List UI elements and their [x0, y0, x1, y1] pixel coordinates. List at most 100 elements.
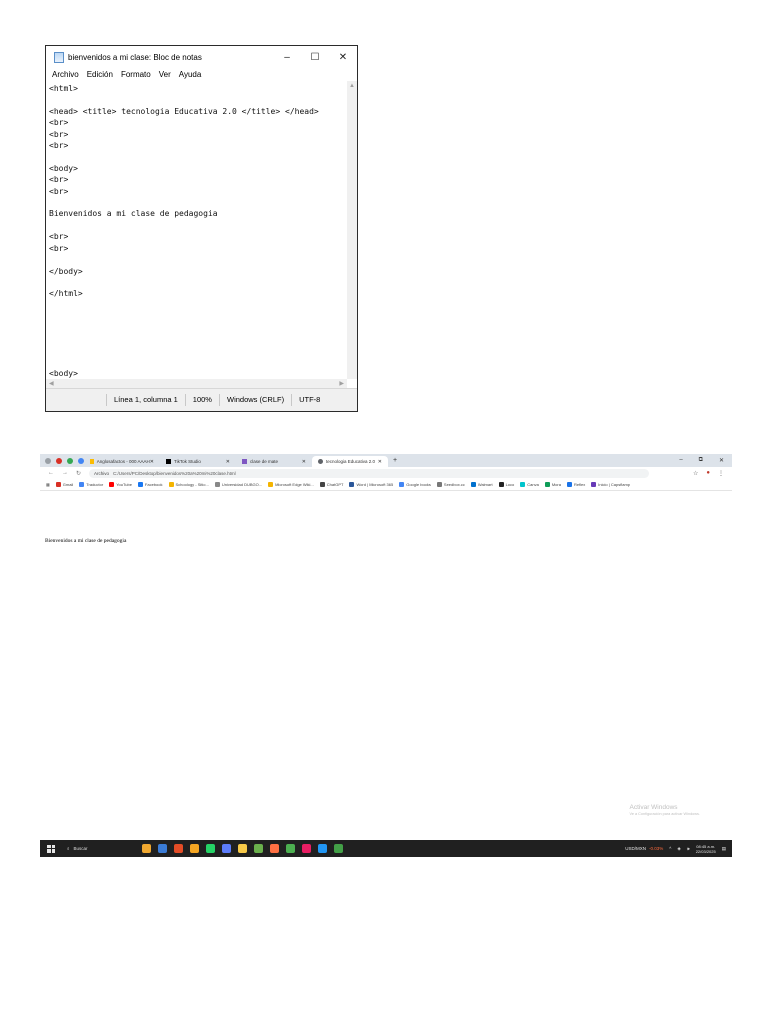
bookmark-reflex[interactable]: Reflex	[566, 482, 585, 487]
bookmark-chatgpt[interactable]: ChatGPT	[319, 482, 343, 487]
tab-label: Anglosafactos - 000 AAAH	[96, 459, 150, 464]
menu-formato[interactable]: Formato	[121, 70, 151, 79]
forward-icon[interactable]: →	[62, 470, 68, 476]
pinned-tab-icon[interactable]	[67, 457, 73, 464]
page-body-text: Bienvenidos a mi clase de pedagogia	[45, 538, 127, 544]
apps-grid-icon[interactable]: ▦	[46, 482, 50, 487]
taskbar-app-icon[interactable]	[253, 844, 263, 853]
notepad-statusbar: Línea 1, columna 1 100% Windows (CRLF) U…	[46, 388, 357, 411]
restore-button[interactable]: ⧉	[699, 457, 703, 464]
search-icon: ⌕	[67, 846, 70, 851]
windows-start-icon[interactable]	[47, 844, 55, 853]
bookmark-edge-wiki[interactable]: Microsoft Edge Wiki...	[268, 482, 314, 487]
status-cursor-position: Línea 1, columna 1	[106, 394, 185, 406]
notepad-menubar: Archivo Edición Formato Ver Ayuda	[46, 68, 357, 81]
tab-tecnologia-educativa[interactable]: tecnologia Educativa 2.0 ✕	[312, 456, 388, 467]
bookmark-walmart[interactable]: Walmart	[470, 482, 493, 487]
menu-edicion[interactable]: Edición	[87, 70, 113, 79]
taskbar-app-icon[interactable]	[221, 844, 231, 853]
profile-avatar-icon[interactable]: ●	[706, 470, 710, 476]
pinned-tab-icon[interactable]	[56, 457, 62, 464]
close-tab-icon[interactable]: ✕	[302, 459, 306, 465]
taskbar-app-icon[interactable]	[157, 844, 167, 853]
status-line-ending: Windows (CRLF)	[218, 394, 291, 406]
taskbar-app-icon[interactable]	[237, 844, 247, 853]
notepad-window: bienvenidos a mi clase: Bloc de notas – …	[45, 45, 358, 412]
taskbar-app-icon[interactable]	[205, 844, 215, 853]
bookmark-universidad[interactable]: Universidad DUBGO...	[214, 482, 262, 487]
notepad-text-area[interactable]: <html> <head> <title> tecnologia Educati…	[46, 81, 347, 389]
bookmark-canva[interactable]: Canva	[520, 482, 539, 487]
maximize-button[interactable]: ☐	[301, 46, 329, 68]
tab-anglosafactos[interactable]: Anglosafactos - 000 AAAH ✕	[84, 456, 160, 467]
reload-icon[interactable]: ↻	[76, 470, 81, 477]
bookmark-star-icon[interactable]: ☆	[693, 470, 698, 477]
taskbar-app-icon[interactable]	[269, 844, 279, 853]
bookmark-traductor[interactable]: Traductor	[79, 482, 103, 487]
taskbar-app-icon[interactable]	[317, 844, 327, 853]
globe-icon	[318, 459, 323, 464]
menu-ver[interactable]: Ver	[159, 70, 171, 79]
bookmark-schoology[interactable]: Schoology - Sitio...	[168, 482, 209, 487]
tab-favicon-icon	[242, 459, 247, 464]
bookmark-word[interactable]: Word | Microsoft 365	[349, 482, 393, 487]
windows-taskbar: ⌕ Buscar USD/MXN -0.03% ^ ◈ 🕪 08:45 a.m.…	[40, 840, 732, 857]
minimize-button[interactable]: –	[273, 46, 301, 68]
taskbar-search[interactable]: ⌕ Buscar	[67, 846, 88, 851]
browser-window-controls: – ⧉ ✕	[671, 457, 732, 464]
tab-label: tecnologia Educativa 2.0	[326, 459, 376, 464]
system-tray: USD/MXN -0.03% ^ ◈ 🕪 08:45 a.m. 22/03/20…	[625, 844, 726, 854]
minimize-button[interactable]: –	[679, 457, 682, 464]
network-icon[interactable]: ◈	[677, 846, 680, 852]
menu-ayuda[interactable]: Ayuda	[179, 70, 202, 79]
bookmark-gmail[interactable]: Gmail	[55, 482, 73, 487]
taskbar-app-icon[interactable]	[333, 844, 343, 853]
close-tab-icon[interactable]: ✕	[378, 459, 382, 465]
scroll-up-icon[interactable]: ▲	[347, 81, 357, 91]
taskbar-apps	[141, 844, 350, 853]
tab-favicon-icon	[90, 459, 94, 464]
close-tab-icon[interactable]: ✕	[150, 459, 154, 465]
taskbar-app-icon[interactable]	[141, 844, 151, 853]
bookmark-google-books[interactable]: Google books	[399, 482, 431, 487]
url-scheme-label: Archivo	[94, 470, 110, 476]
back-icon[interactable]: ←	[48, 470, 54, 476]
taskbar-app-icon[interactable]	[173, 844, 183, 853]
tab-label: clase de mate	[250, 459, 279, 464]
taskbar-clock[interactable]: 08:45 a.m. 22/03/2025	[696, 844, 716, 854]
address-bar[interactable]: Archivo C:/Users/PC/Desktop/bienvenidos%…	[89, 468, 650, 478]
tab-clase-de-mate[interactable]: clase de mate ✕	[236, 456, 312, 467]
taskbar-app-icon[interactable]	[301, 844, 311, 853]
close-tab-icon[interactable]: ✕	[226, 459, 230, 465]
market-widget-change: -0.03%	[649, 846, 664, 851]
bookmark-loco[interactable]: Loco	[498, 482, 514, 487]
new-tab-button[interactable]: +	[393, 457, 397, 464]
browser-window: Anglosafactos - 000 AAAH ✕ TikTok Studio…	[40, 454, 732, 857]
status-encoding: UTF-8	[291, 394, 327, 406]
chevron-up-icon[interactable]: ^	[669, 846, 671, 851]
volume-icon[interactable]: 🕪	[687, 846, 690, 851]
bookmark-youtube[interactable]: YouTube	[109, 482, 132, 487]
search-placeholder: Buscar	[73, 846, 88, 851]
menu-archivo[interactable]: Archivo	[52, 70, 79, 79]
close-button[interactable]: ✕	[719, 457, 724, 464]
taskbar-app-icon[interactable]	[189, 844, 199, 853]
bookmark-inicio[interactable]: Inicio | Capsflamp	[591, 482, 630, 487]
bookmark-seedbox[interactable]: Seedbox.cc	[436, 482, 465, 487]
close-button[interactable]: ✕	[329, 46, 357, 68]
url-text: C:/Users/PC/Desktop/bienvenidos%20a%20mi…	[113, 470, 236, 476]
tab-favicon-icon	[166, 459, 171, 464]
tab-search-icon[interactable]	[45, 457, 51, 464]
menu-kebab-icon[interactable]: ⋮	[718, 470, 724, 477]
notifications-icon[interactable]: ▤	[722, 846, 726, 852]
bookmarks-bar: ▦ Gmail Traductor YouTube Facebook Schoo…	[40, 479, 732, 491]
bookmark-facebook[interactable]: Facebook	[137, 482, 163, 487]
market-widget-label[interactable]: USD/MXN	[625, 846, 646, 851]
vertical-scrollbar[interactable]: ▲	[347, 81, 357, 379]
tab-label: TikTok Studio	[174, 459, 201, 464]
bookmark-mora[interactable]: Mora	[544, 482, 561, 487]
tab-tiktok-studio[interactable]: TikTok Studio ✕	[160, 456, 236, 467]
activate-windows-watermark: Activar Windows Ve a Configuración para …	[629, 804, 701, 816]
taskbar-app-icon[interactable]	[285, 844, 295, 853]
notepad-titlebar[interactable]: bienvenidos a mi clase: Bloc de notas – …	[46, 46, 357, 68]
